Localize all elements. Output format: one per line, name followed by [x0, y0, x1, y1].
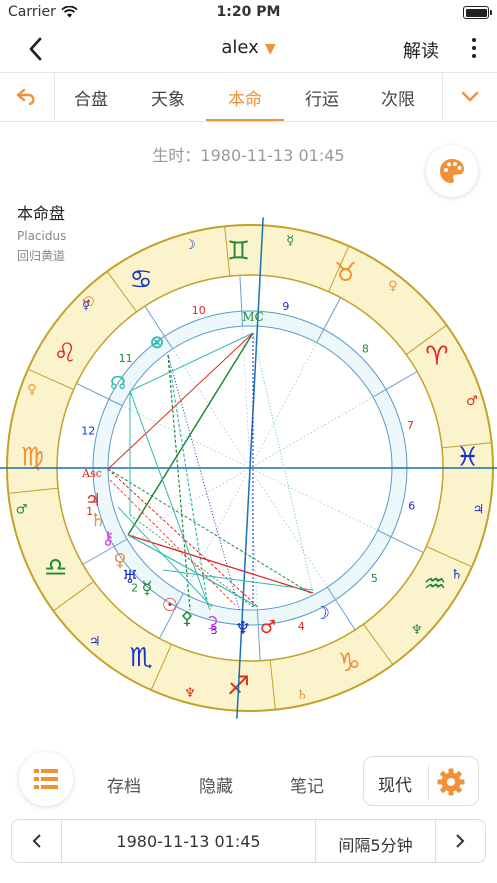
battery-icon	[463, 6, 492, 19]
status-bar: Carrier 1:20 PM	[0, 0, 497, 26]
zodiac-sign-icon: ♌	[53, 338, 76, 368]
profile-name: alex	[221, 37, 259, 58]
sign-ruler-icon: ♆	[184, 686, 196, 701]
chart-type-tabs: 合盘 天象 本命 行运 次限	[0, 72, 497, 122]
notes-button[interactable]: 笔记	[290, 772, 324, 797]
chevron-down-icon: ▼	[264, 41, 276, 57]
planet-icon: ♂	[260, 617, 276, 638]
chevron-right-icon	[456, 834, 465, 848]
sign-ruler-icon: ♄	[296, 688, 308, 703]
sign-ruler-icon: ♂	[16, 502, 28, 517]
asc-label: Asc	[81, 467, 102, 480]
gear-icon[interactable]	[436, 767, 466, 797]
expand-tabs-button[interactable]	[442, 73, 497, 121]
sign-ruler-icon: ☉	[83, 295, 95, 310]
chevron-down-icon	[461, 91, 479, 102]
sign-ruler-icon: ♀	[388, 279, 398, 294]
time-stepper: 1980-11-13 01:45 间隔5分钟	[11, 819, 486, 863]
birth-time: 生时：1980-11-13 01:45	[152, 146, 345, 165]
planet-icon: ⚷	[101, 528, 114, 549]
read-button[interactable]: 解读	[403, 37, 439, 63]
tab-transit[interactable]: 行运	[287, 85, 357, 110]
stepper-date[interactable]: 1980-11-13 01:45	[62, 832, 315, 851]
sign-ruler-icon: ♃	[473, 502, 485, 517]
planet-icon: ⊗	[149, 332, 164, 353]
sign-ruler-icon: ♄	[451, 567, 463, 582]
tab-natal[interactable]: 本命	[210, 85, 280, 110]
zodiac-sign-icon: ♏	[129, 643, 152, 673]
house-number: 9	[282, 300, 289, 313]
next-time-button[interactable]	[435, 820, 485, 862]
house-number: 8	[362, 343, 369, 356]
archive-button[interactable]: 存档	[107, 772, 141, 797]
zodiac-sign-icon: ♋	[129, 265, 152, 295]
zodiac-sign-icon: ♎	[44, 553, 67, 583]
zodiac-sign-icon: ♑	[337, 648, 360, 678]
zodiac-sign-icon: ♉	[334, 258, 357, 288]
house-number: 10	[192, 304, 206, 317]
planet-icon: ☉	[162, 595, 178, 616]
planet-icon: ⚴	[180, 608, 193, 629]
more-icon[interactable]	[469, 38, 479, 60]
interval-selector[interactable]: 间隔5分钟	[315, 820, 436, 862]
tab-progression[interactable]: 次限	[363, 85, 433, 110]
divider	[428, 765, 429, 799]
hide-button[interactable]: 隐藏	[199, 772, 233, 797]
zodiac-sign-icon: ♊	[227, 236, 250, 266]
planet-icon: ☊	[110, 373, 126, 394]
sign-ruler-icon: ☿	[286, 234, 294, 249]
house-number: 11	[119, 352, 133, 365]
list-button[interactable]	[19, 752, 73, 806]
house-number: 4	[298, 620, 305, 633]
clock: 1:20 PM	[216, 4, 281, 20]
planet-icon: ☽	[314, 603, 330, 624]
sign-ruler-icon: ♀	[27, 383, 37, 398]
undo-button[interactable]	[0, 73, 55, 121]
active-tab-indicator	[206, 119, 284, 121]
palette-button[interactable]	[426, 145, 478, 197]
zodiac-sign-icon: ♒	[423, 570, 446, 600]
bottom-toolbar: 存档 隐藏 笔记 现代	[0, 752, 497, 812]
mode-button[interactable]: 现代	[378, 771, 412, 796]
previous-time-button[interactable]	[12, 820, 62, 862]
natal-chart-wheel[interactable]: 123456789101112♊♉♈♓♒♑♐♏♎♍♌♋☿♀♂♃♄♆♄♆♃♂♀☿☉…	[0, 215, 497, 725]
list-icon	[34, 769, 58, 789]
planet-icon: ♆	[235, 618, 251, 639]
house-number: 6	[408, 499, 415, 512]
sign-ruler-icon: ♂	[466, 394, 478, 409]
mc-label: MC	[242, 310, 263, 324]
chevron-left-icon	[32, 834, 41, 848]
tab-synastry[interactable]: 合盘	[56, 85, 126, 110]
undo-icon	[16, 89, 35, 105]
sign-ruler-icon: ♆	[411, 623, 423, 638]
mode-selector: 现代	[363, 756, 479, 806]
sign-ruler-icon: ♃	[89, 634, 101, 649]
zodiac-sign-icon: ♈	[425, 342, 448, 372]
nav-bar: alex ▼ 解读	[0, 26, 497, 72]
house-number: 5	[371, 572, 378, 585]
house-number: 7	[407, 419, 414, 432]
planet-icon: ♃	[85, 490, 101, 511]
tab-transit-sky[interactable]: 天象	[133, 85, 203, 110]
planet-icon: ☿	[141, 578, 152, 599]
house-number: 12	[81, 425, 95, 438]
palette-icon	[440, 159, 464, 183]
planet-icon: ⚳	[205, 613, 218, 634]
sign-ruler-icon: ☽	[184, 238, 196, 253]
planet-icon: ♅	[122, 567, 138, 588]
